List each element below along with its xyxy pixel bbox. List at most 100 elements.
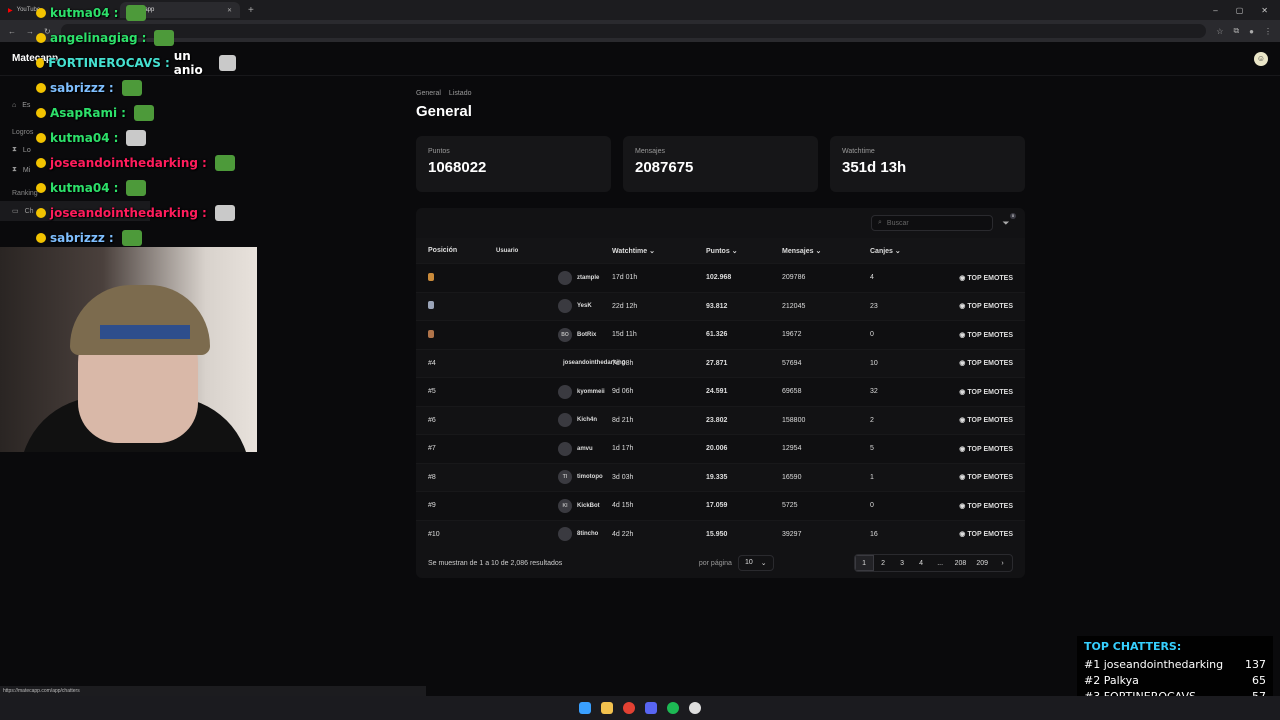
- filter-button[interactable]: ⏷ 0: [999, 213, 1016, 230]
- cell-usuario[interactable]: ztample: [484, 270, 612, 285]
- cell-puntos: 102.968: [706, 274, 732, 282]
- rank: #2: [1084, 673, 1101, 687]
- table-row: ztample 17d 01h 102.968 209786 4 ◉ TOP E…: [416, 263, 1025, 292]
- back-icon[interactable]: ←: [8, 27, 16, 36]
- spotify-icon[interactable]: [667, 702, 679, 714]
- close-window-icon[interactable]: ✕: [1261, 6, 1268, 15]
- maximize-icon[interactable]: ▢: [1236, 6, 1244, 15]
- top-emotes-button[interactable]: ◉ TOP EMOTES: [938, 274, 1025, 282]
- bookmark-star-icon[interactable]: ☆: [1216, 27, 1223, 36]
- username: Kich4n: [577, 417, 598, 424]
- pagination: 1 2 3 4... 208 209 ›: [853, 554, 1013, 572]
- chat-message: kutma04:: [36, 175, 236, 200]
- chat-colon: :: [202, 155, 207, 170]
- header-puntos[interactable]: Puntos ⌄: [706, 247, 782, 255]
- page-button[interactable]: 4: [912, 555, 931, 571]
- user-avatar: KI: [558, 498, 572, 513]
- chrome-icon[interactable]: [623, 702, 635, 714]
- profile-icon[interactable]: ●: [1249, 27, 1254, 36]
- page-button[interactable]: 209: [971, 555, 993, 571]
- top-emotes-button[interactable]: ◉ TOP EMOTES: [938, 530, 1025, 538]
- page-button[interactable]: 1: [854, 555, 874, 571]
- chat-message: FORTINEROCAVS: un anio: [36, 49, 236, 77]
- breadcrumb-root[interactable]: General: [416, 90, 441, 97]
- cell-canjes: 1: [870, 473, 874, 481]
- header-canjes[interactable]: Canjes ⌄: [870, 247, 938, 255]
- cell-watchtime: 17d 01h: [612, 274, 638, 282]
- top-emotes-button[interactable]: ◉ TOP EMOTES: [938, 445, 1025, 453]
- page-button[interactable]: 3: [893, 555, 912, 571]
- top-emotes-label: TOP EMOTES: [967, 331, 1013, 339]
- cell-posicion: #9: [416, 502, 484, 509]
- cell-posicion: #8: [416, 474, 484, 481]
- page-button[interactable]: 208: [950, 555, 972, 571]
- cell-usuario[interactable]: KI KickBot: [484, 498, 612, 513]
- stat-value: 1068022: [428, 159, 487, 176]
- cell-usuario[interactable]: kyommeii: [484, 384, 612, 399]
- minimize-icon[interactable]: –: [1213, 6, 1217, 15]
- per-page-select[interactable]: 10 ⌄: [737, 555, 774, 571]
- cell-mensajes: 209786: [782, 274, 806, 282]
- search-input[interactable]: ⌕ Buscar: [871, 215, 993, 231]
- top-emotes-button[interactable]: ◉ TOP EMOTES: [938, 331, 1025, 339]
- user-avatar[interactable]: ☺: [1254, 51, 1268, 66]
- header-label: Watchtime: [612, 247, 648, 255]
- cell-usuario[interactable]: 8tincho: [484, 527, 612, 542]
- cell-watchtime: 15d 11h: [612, 331, 637, 339]
- windows-start-icon[interactable]: [579, 702, 591, 714]
- cell-usuario[interactable]: BO BotRix: [484, 327, 612, 342]
- results-summary: Se muestran de 1 a 10 de 2,086 resultado…: [428, 559, 563, 567]
- eye-icon: ◉: [959, 274, 966, 282]
- chat-message: joseandointhedarking:: [36, 200, 236, 225]
- badge-icon: [36, 207, 46, 218]
- page-button: ...: [937, 559, 944, 567]
- next-page-button[interactable]: ›: [993, 555, 1012, 571]
- chat-colon: :: [202, 205, 207, 220]
- top-emotes-button[interactable]: ◉ TOP EMOTES: [938, 473, 1025, 481]
- count: 137: [1245, 657, 1266, 671]
- cell-usuario[interactable]: TI timotopo: [484, 470, 612, 485]
- cell-mensajes: 57694: [782, 359, 802, 367]
- top-emotes-button[interactable]: ◉ TOP EMOTES: [938, 502, 1025, 510]
- extensions-icon[interactable]: ⧉: [1233, 26, 1239, 36]
- breadcrumb-current: Listado: [448, 90, 472, 97]
- header-watchtime[interactable]: Watchtime ⌄: [612, 247, 706, 255]
- new-tab-button[interactable]: +: [240, 5, 262, 16]
- taskbar: [0, 696, 1280, 720]
- cell-usuario[interactable]: joseandointhedarking: [484, 356, 625, 370]
- table-row: BO BotRix 15d 11h 61.326 19672 0 ◉ TOP E…: [416, 320, 1025, 349]
- menu-icon[interactable]: ⋮: [1264, 27, 1272, 36]
- obs-icon[interactable]: [689, 702, 701, 714]
- filter-count-badge: 0: [1010, 213, 1016, 219]
- forward-icon[interactable]: →: [26, 27, 34, 36]
- top-emotes-label: TOP EMOTES: [967, 417, 1013, 425]
- chat-icon: ▭: [12, 208, 19, 215]
- top-emotes-button[interactable]: ◉ TOP EMOTES: [938, 359, 1025, 367]
- cell-watchtime: 3d 03h: [612, 473, 634, 481]
- eye-icon: ◉: [959, 331, 966, 339]
- sort-chevron-icon: ⌄: [731, 247, 738, 255]
- top-emotes-label: TOP EMOTES: [967, 502, 1013, 510]
- user-avatar: [558, 299, 572, 314]
- cell-usuario[interactable]: amvu: [484, 441, 612, 456]
- cell-usuario[interactable]: Kich4n: [484, 413, 612, 428]
- discord-icon[interactable]: [645, 702, 657, 714]
- username: YesK: [577, 303, 592, 310]
- username: BotRix: [577, 331, 597, 338]
- top-emotes-button[interactable]: ◉ TOP EMOTES: [938, 416, 1025, 424]
- top-emotes-button[interactable]: ◉ TOP EMOTES: [938, 302, 1025, 310]
- top-chatters-title: TOP CHATTERS:: [1084, 640, 1182, 653]
- chat-colon: :: [113, 5, 119, 20]
- sidebar-item-label: Lo: [22, 146, 31, 154]
- top-emotes-button[interactable]: ◉ TOP EMOTES: [938, 388, 1025, 396]
- cell-usuario[interactable]: YesK: [484, 299, 612, 314]
- cell-watchtime: 7d 08h: [612, 359, 634, 367]
- header-mensajes[interactable]: Mensajes ⌄: [782, 247, 870, 255]
- page-button[interactable]: 2: [874, 555, 893, 571]
- top-emotes-label: TOP EMOTES: [967, 531, 1013, 539]
- status-url: https://matecapp.com/app/chatters: [0, 686, 426, 696]
- emote-icon: [133, 104, 154, 121]
- file-explorer-icon[interactable]: [601, 702, 613, 714]
- sort-chevron-icon: ⌄: [815, 247, 822, 255]
- stat-label: Puntos: [428, 148, 450, 155]
